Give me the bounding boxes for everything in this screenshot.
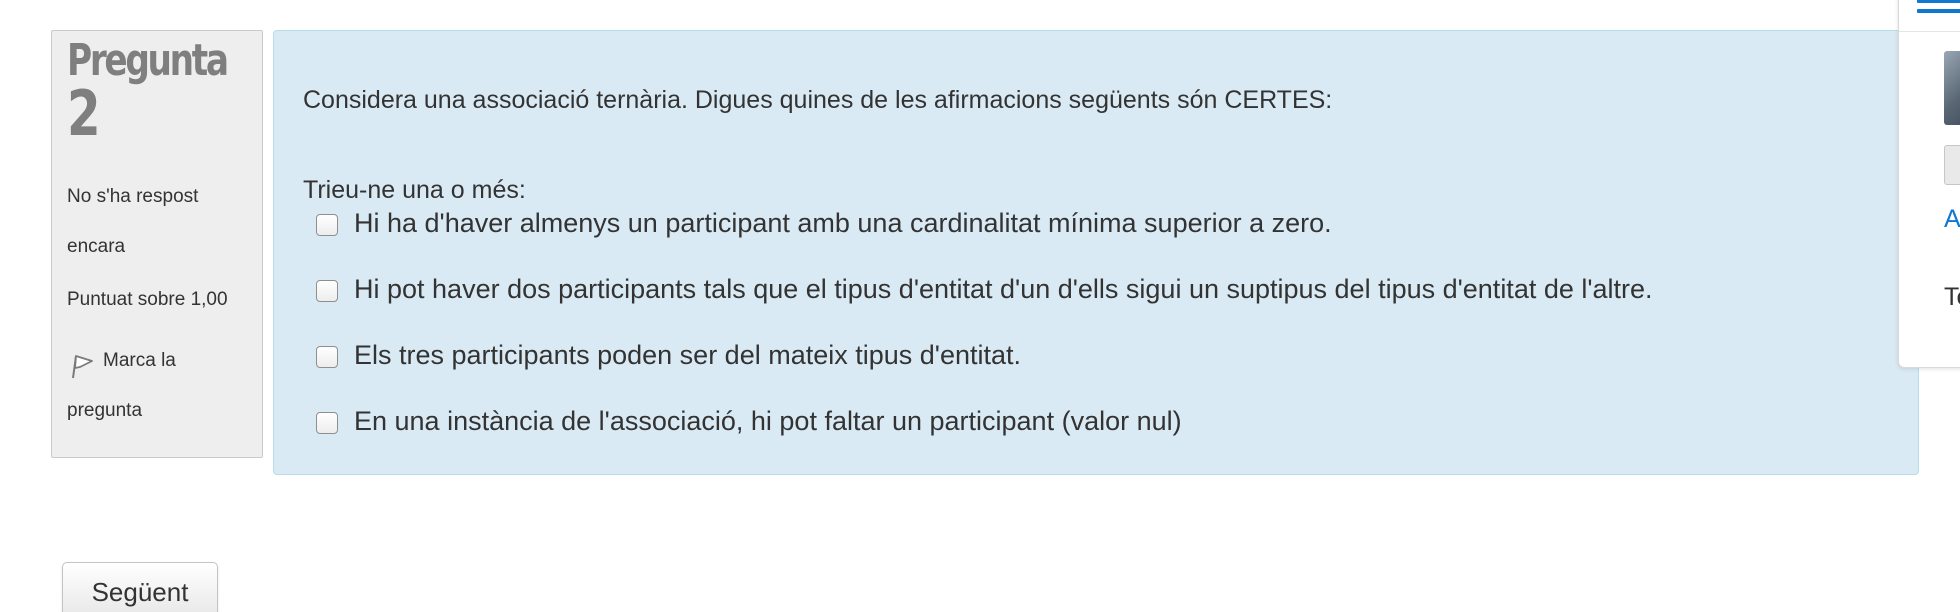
question-grade: Puntuat sobre 1,00 xyxy=(67,289,228,310)
answer-label-2[interactable]: Hi pot haver dos participants tals que e… xyxy=(354,272,1653,306)
side-block-button[interactable] xyxy=(1944,145,1960,185)
answer-option-2[interactable]: Hi pot haver dos participants tals que e… xyxy=(316,269,1653,309)
flag-icon[interactable] xyxy=(67,350,97,380)
answer-option-3[interactable]: Els tres participants poden ser del mate… xyxy=(316,335,1021,375)
answer-label-1[interactable]: Hi ha d'haver almenys un participant amb… xyxy=(354,206,1332,240)
answer-option-1[interactable]: Hi ha d'haver almenys un participant amb… xyxy=(316,203,1332,243)
quiz-page: Pregunta 2 No s'ha respost encara Puntua… xyxy=(0,0,1960,612)
quiz-navigation-block: A Te xyxy=(1898,0,1960,368)
question-content: Considera una associació ternària. Digue… xyxy=(273,30,1919,475)
question-number: 2 xyxy=(67,77,101,150)
answer-label-4[interactable]: En una instància de l'associació, hi pot… xyxy=(354,404,1182,438)
hamburger-menu-icon[interactable] xyxy=(1917,0,1960,13)
side-block-divider xyxy=(1899,31,1960,32)
answer-label-3[interactable]: Els tres participants poden ser del mate… xyxy=(354,338,1021,372)
question-info-panel: Pregunta 2 No s'ha respost encara Puntua… xyxy=(51,30,263,458)
answer-prompt: Trieu-ne una o més: xyxy=(303,176,526,204)
flag-question-toggle[interactable]: Marca la pregunta xyxy=(67,336,227,436)
answer-checkbox-1[interactable] xyxy=(316,214,338,236)
question-state: No s'ha respost encara xyxy=(67,186,199,257)
user-avatar xyxy=(1944,51,1960,125)
side-block-link[interactable]: A xyxy=(1944,205,1960,234)
answer-checkbox-3[interactable] xyxy=(316,346,338,368)
question-text: Considera una associació ternària. Digue… xyxy=(303,86,1333,114)
answer-checkbox-4[interactable] xyxy=(316,412,338,434)
next-page-button[interactable]: Següent xyxy=(62,562,218,612)
side-block-text: Te xyxy=(1944,283,1960,311)
answer-option-4[interactable]: En una instància de l'associació, hi pot… xyxy=(316,401,1182,441)
answer-checkbox-2[interactable] xyxy=(316,280,338,302)
question-number-heading: Pregunta 2 xyxy=(67,39,229,150)
